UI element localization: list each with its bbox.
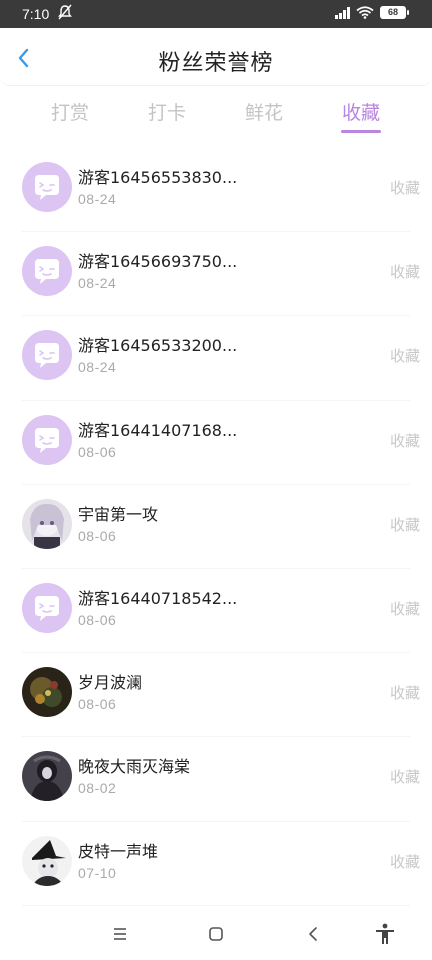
bell-off-icon [58, 4, 72, 24]
photo-avatar [22, 835, 72, 886]
list-item[interactable]: 游客16456693750... 08-24 收藏 [22, 232, 420, 317]
item-action-label: 收藏 [389, 179, 420, 197]
page-title: 粉丝荣誉榜 [158, 51, 274, 76]
item-date: 08-06 [78, 443, 117, 460]
active-tab-indicator [341, 130, 381, 133]
user-name: 游客16456553830... [78, 168, 238, 187]
item-action-label: 收藏 [389, 347, 420, 366]
tab-label: 鲜花 [244, 102, 283, 124]
photo-avatar [22, 667, 72, 718]
photo-avatar [22, 751, 72, 802]
user-name: 游客16441407168... [78, 420, 238, 440]
status-icons: 68 [335, 6, 409, 19]
tab-label: 打卡 [147, 102, 186, 124]
item-action-label: 收藏 [389, 431, 420, 450]
item-date: 08-24 [78, 275, 117, 292]
user-name: 游客16456693750... [78, 252, 238, 272]
menu-button[interactable] [108, 922, 132, 946]
item-date: 08-02 [78, 780, 117, 797]
default-avatar [22, 162, 72, 212]
list-item[interactable]: 晚夜大雨灭海棠 08-02 收藏 [22, 737, 420, 822]
user-name: 游客16440718542... [78, 588, 238, 608]
tab-label: 收藏 [341, 102, 380, 124]
item-action-label: 收藏 [389, 852, 420, 871]
home-square-icon [209, 927, 223, 941]
list-item[interactable]: 宇宙第一攻 08-06 收藏 [22, 485, 420, 569]
item-date: 08-06 [78, 611, 117, 628]
item-date: 08-06 [78, 696, 117, 713]
user-name: 游客16456533200... [78, 336, 238, 356]
user-name: 宇宙第一攻 [78, 504, 159, 524]
nav-back-button[interactable] [302, 922, 326, 946]
wifi-icon [356, 6, 374, 19]
list-item[interactable]: 游客16456533200... 08-24 收藏 [22, 316, 420, 401]
default-avatar [22, 330, 72, 381]
default-avatar [22, 414, 72, 465]
default-avatar [22, 246, 72, 297]
list-item[interactable]: 岁月波澜 08-06 收藏 [22, 653, 420, 738]
menu-icon [114, 928, 126, 940]
item-date: 08-24 [78, 191, 117, 207]
tab-label: 打赏 [50, 102, 89, 124]
system-nav-bar [0, 908, 432, 960]
item-action-label: 收藏 [389, 768, 420, 787]
tab-flowers[interactable]: 鲜花 [224, 98, 304, 125]
app-header: 粉丝荣誉榜 [0, 28, 432, 86]
tab-bar: 打赏 打卡 鲜花 收藏 [0, 86, 432, 142]
tab-checkin[interactable]: 打卡 [127, 98, 207, 125]
tab-favorites[interactable]: 收藏 [321, 98, 401, 133]
user-name: 皮特一声堆 [78, 841, 159, 861]
tab-reward[interactable]: 打赏 [30, 98, 110, 125]
list-item[interactable]: 游客16456553830... 08-24 收藏 [22, 148, 420, 233]
item-action-label: 收藏 [389, 263, 420, 282]
status-bar: 7:10 68 [0, 0, 432, 28]
item-date: 07-10 [78, 864, 117, 881]
item-action-label: 收藏 [389, 684, 420, 703]
user-name: 晚夜大雨灭海棠 [78, 757, 191, 777]
item-date: 08-24 [78, 359, 117, 376]
list-item[interactable]: 皮特一声堆 07-10 收藏 [22, 822, 420, 906]
list-item[interactable]: 游客16440718542... 08-06 收藏 [22, 569, 420, 654]
item-action-label: 收藏 [389, 599, 420, 618]
signal-icon [335, 6, 350, 19]
fan-list: 游客16456553830... 08-24 收藏 游客16456693750.… [0, 148, 432, 906]
list-item[interactable]: 游客16441407168... 08-06 收藏 [22, 401, 420, 485]
chevron-left-icon [309, 927, 317, 941]
accessibility-icon [376, 923, 394, 944]
battery-icon: 68 [380, 6, 409, 19]
home-button[interactable] [204, 922, 228, 946]
item-date: 08-06 [78, 527, 117, 544]
default-avatar [22, 582, 72, 633]
user-name: 岁月波澜 [78, 673, 143, 693]
photo-avatar [22, 498, 72, 549]
accessibility-button[interactable] [373, 922, 397, 946]
status-time: 7:10 [22, 6, 50, 22]
item-action-label: 收藏 [389, 515, 420, 534]
